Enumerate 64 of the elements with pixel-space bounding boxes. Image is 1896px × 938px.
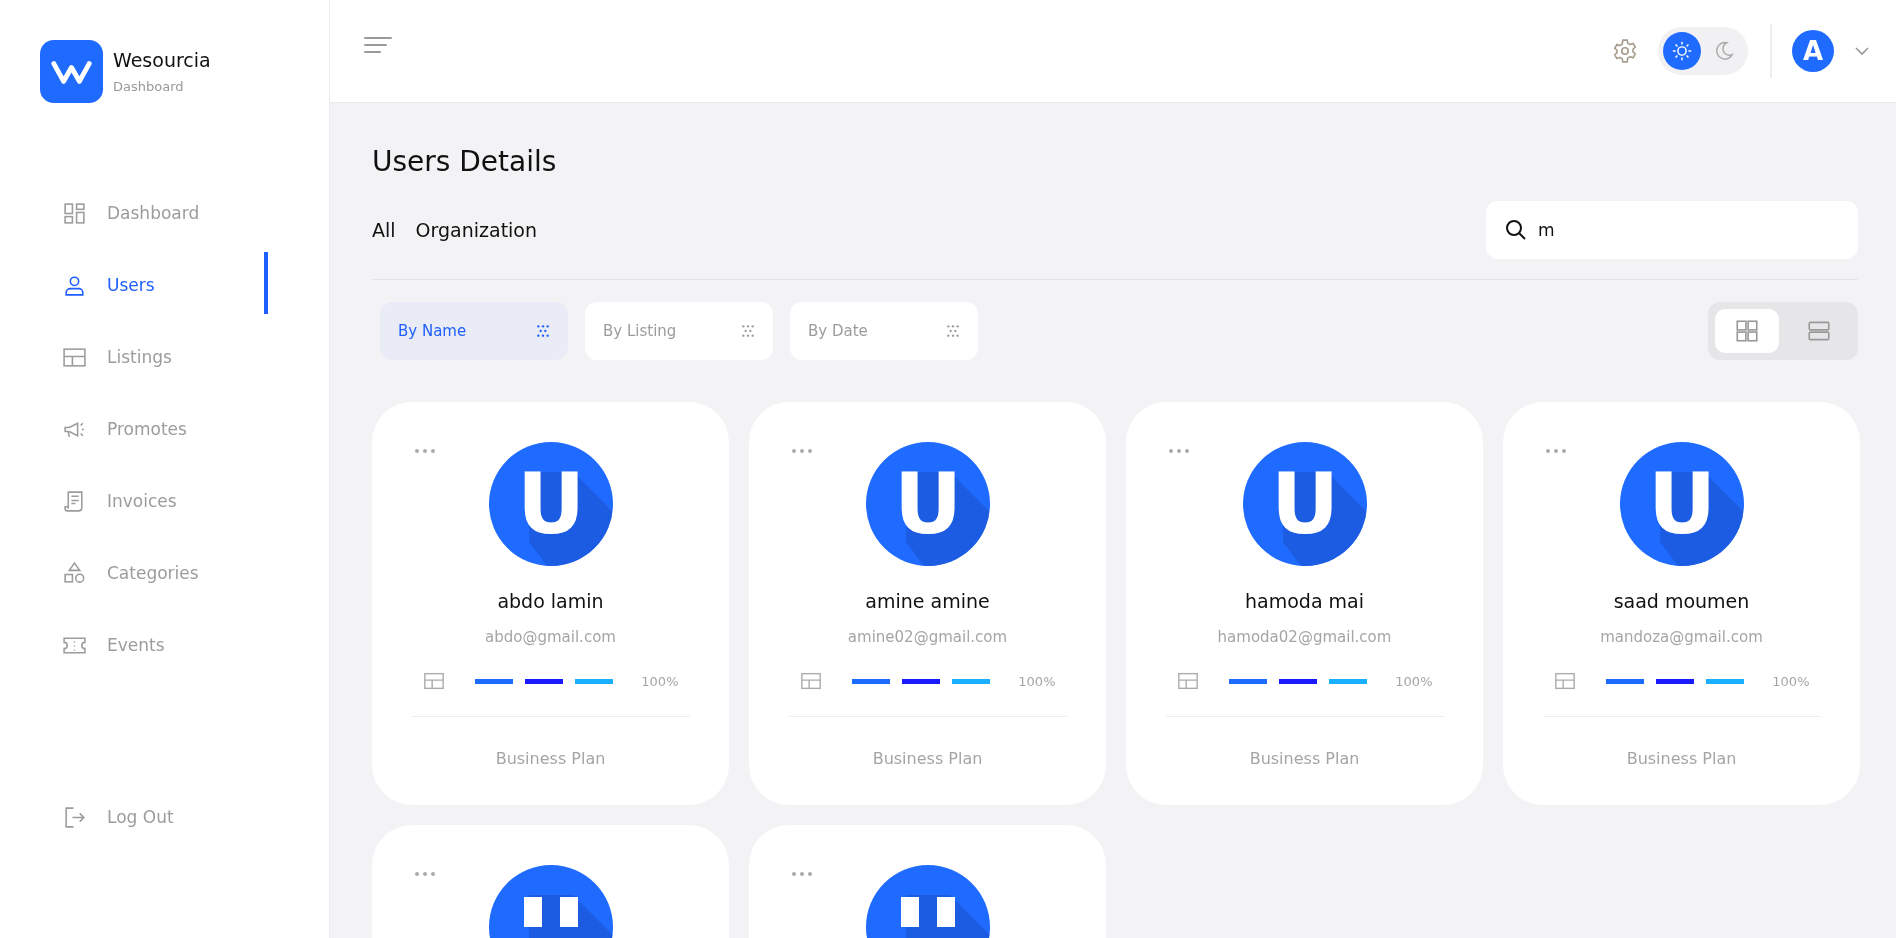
plan-label: Business Plan [1249, 749, 1360, 768]
brand-subtitle: Dashboard [113, 79, 185, 94]
sidebar-item[interactable]: Promotes [0, 393, 268, 465]
user-email: hamoda02@gmail.com [1217, 628, 1392, 646]
grid-icon [62, 200, 87, 226]
avatar: U [1242, 442, 1367, 566]
avatar: U [1619, 442, 1744, 566]
user-name: saad moumen [1613, 590, 1750, 612]
user-email: abdo@gmail.com [485, 628, 616, 646]
more-icon[interactable] [1168, 448, 1190, 454]
settings-icon[interactable] [1612, 38, 1638, 64]
logout-icon [62, 804, 87, 830]
progress-reading: 100% [1018, 673, 1056, 689]
theme-toggle[interactable] [1658, 27, 1748, 75]
user-email: amine02@gmail.com [847, 628, 1008, 646]
more-icon[interactable] [414, 448, 436, 454]
user-name: hamoda mai [1245, 590, 1364, 612]
shapes-icon [62, 560, 87, 586]
brand-name: Wesourcia [113, 49, 211, 71]
avatar: U [488, 442, 613, 566]
moon-icon [1713, 40, 1735, 62]
progress-reading: 100% [641, 673, 679, 689]
grid-icon [1734, 318, 1760, 344]
user-name: abdo lamin [497, 590, 604, 612]
plan-label: Business Plan [872, 749, 983, 768]
listing-icon [799, 670, 822, 692]
sidebar-item[interactable]: Categories [0, 537, 268, 609]
filter-button[interactable]: By Date [790, 302, 978, 360]
page-title: Users Details [372, 145, 558, 178]
sun-icon [1671, 40, 1693, 62]
user-name: amine amine [865, 590, 990, 612]
sidebar-item[interactable]: Users [0, 249, 268, 321]
sidebar-item[interactable]: Listings [0, 321, 268, 393]
plan-label: Business Plan [1626, 749, 1737, 768]
more-icon[interactable] [414, 871, 436, 877]
progress-reading: 100% [1772, 673, 1810, 689]
avatar: U [865, 442, 990, 566]
menu-icon[interactable] [364, 36, 392, 54]
dots-icon [946, 324, 960, 338]
grid-view-button[interactable] [1715, 309, 1779, 353]
logout-link[interactable]: Log Out [0, 781, 268, 853]
filter-button[interactable]: By Name [380, 302, 568, 360]
more-icon[interactable] [1545, 448, 1567, 454]
user-email: mandoza@gmail.com [1600, 628, 1763, 646]
tab[interactable]: All [372, 219, 396, 241]
sidebar-item[interactable]: Invoices [0, 465, 268, 537]
dots-icon [741, 324, 755, 338]
logo-icon [40, 40, 103, 103]
listing-icon [1553, 670, 1576, 692]
search-field[interactable]: m [1486, 201, 1858, 259]
plan-label: Business Plan [495, 749, 606, 768]
sidebar-item[interactable]: Dashboard [0, 177, 268, 249]
sidebar-item[interactable]: Events [0, 609, 268, 681]
avatar[interactable]: A [1792, 30, 1834, 72]
search-icon [1504, 218, 1528, 242]
chevron-down-icon[interactable] [1854, 46, 1870, 56]
listing-icon [1176, 670, 1199, 692]
tab[interactable]: Organization [415, 219, 538, 241]
more-icon[interactable] [791, 871, 813, 877]
filter-button[interactable]: By Listing [585, 302, 773, 360]
progress-reading: 100% [1395, 673, 1433, 689]
dots-icon [536, 324, 550, 338]
listing-icon [422, 670, 445, 692]
more-icon[interactable] [791, 448, 813, 454]
